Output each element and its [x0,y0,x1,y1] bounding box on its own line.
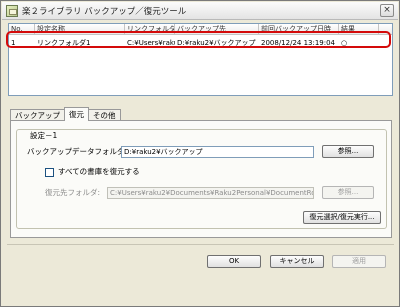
restore-all-checkbox[interactable] [45,168,54,177]
browse-backup-folder-button[interactable]: 参照... [322,145,374,158]
app-icon [6,4,18,17]
window-title: 楽２ライブラリ バックアップ／復元ツール [22,6,187,17]
tab-restore[interactable]: 復元 [64,107,89,121]
backup-restore-window: 楽２ライブラリ バックアップ／復元ツール × No. 設定名称 リンクフォルダパ… [0,0,400,307]
title-bar: 楽２ライブラリ バックアップ／復元ツール × [2,2,398,20]
ok-button[interactable]: OK [207,255,261,268]
browse-restore-dest-button[interactable]: 参照... [322,186,374,199]
restore-dest-input[interactable]: C:¥Users¥raku2¥Documents¥Raku2Personal¥D… [107,187,314,199]
apply-button[interactable]: 適用 [332,255,386,268]
restore-tab-panel: 設定－1 バックアップデータフォルダ: D:¥raku2¥バックアップ 参照..… [10,120,392,238]
close-button[interactable]: × [380,4,394,17]
highlight-annotation [6,31,391,48]
cancel-button[interactable]: キャンセル [270,255,324,268]
restore-dest-label: 復元先フォルダ: [45,188,101,197]
settings-group: 設定－1 バックアップデータフォルダ: D:¥raku2¥バックアップ 参照..… [16,129,387,229]
backup-folder-label: バックアップデータフォルダ: [27,147,128,156]
tab-bar: バックアップ 復元 その他 [10,107,121,121]
group-label: 設定－1 [28,131,60,141]
restore-select-run-button[interactable]: 復元選択/復元実行... [303,211,381,224]
backup-folder-input[interactable]: D:¥raku2¥バックアップ [121,146,314,158]
restore-all-label[interactable]: すべての書庫を復元する [58,167,140,177]
footer-divider [7,244,394,245]
